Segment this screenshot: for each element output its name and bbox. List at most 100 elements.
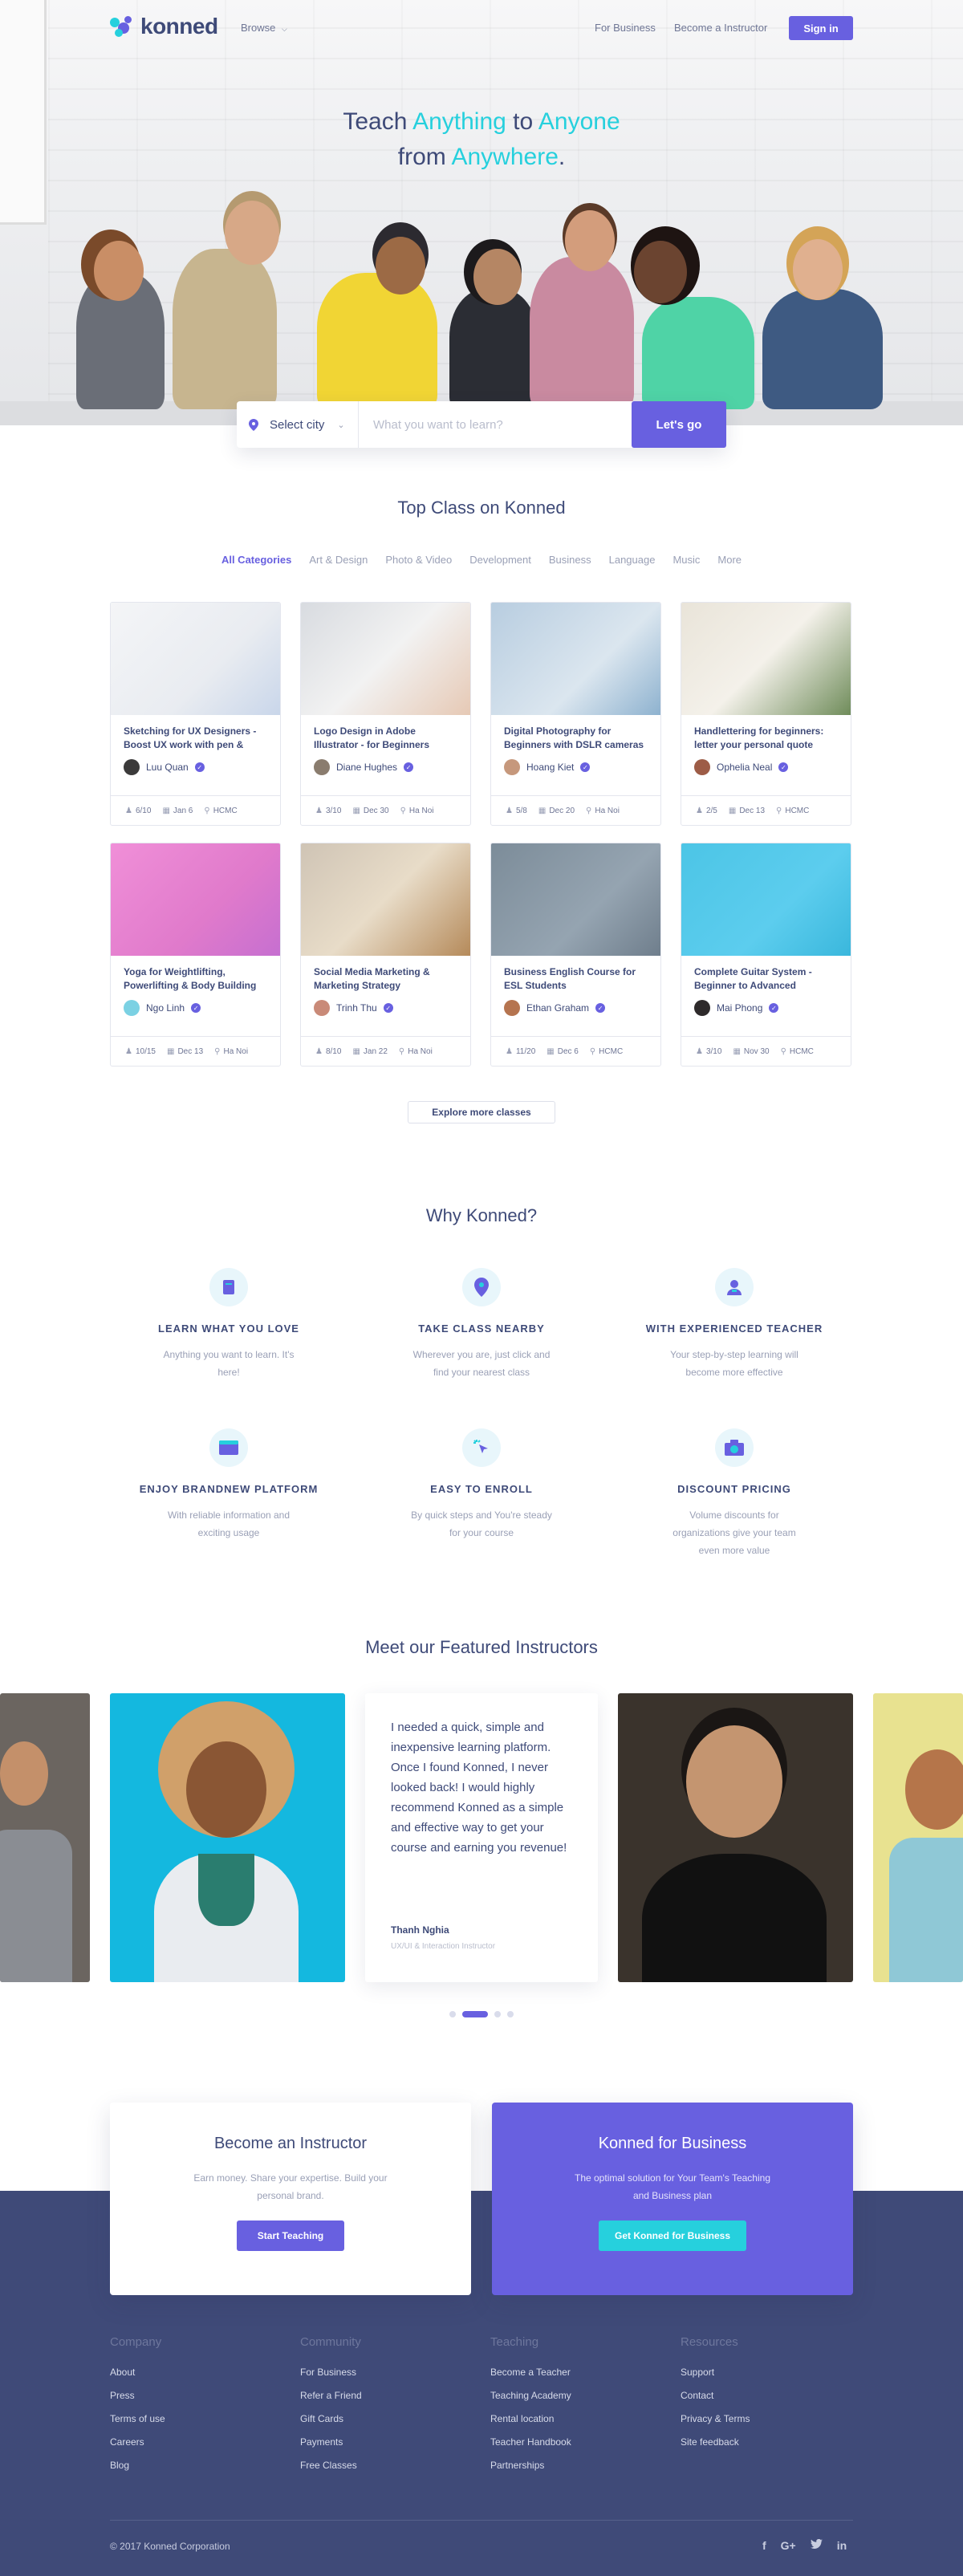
class-card[interactable]: Business English Course for ESL Students… (490, 843, 661, 1067)
people-icon: ♟ (696, 807, 703, 815)
footer-link[interactable]: Become a Teacher (490, 2367, 651, 2378)
class-card[interactable]: Social Media Marketing & Marketing Strat… (300, 843, 471, 1067)
instructor-photo-partial-right[interactable] (873, 1693, 963, 1982)
class-card[interactable]: Sketching for UX Designers - Boost UX wo… (110, 602, 281, 826)
search-input[interactable] (359, 401, 624, 448)
tab-business[interactable]: Business (549, 554, 591, 566)
author-name: Trinh Thu (336, 1002, 377, 1014)
carousel-dots (0, 2011, 963, 2017)
footer-link[interactable]: Free Classes (300, 2460, 461, 2471)
tab-art-design[interactable]: Art & Design (309, 554, 368, 566)
tab-development[interactable]: Development (469, 554, 531, 566)
feature-title: ENJOY BRANDNEW PLATFORM (139, 1483, 319, 1495)
location-pin-icon: ⚲ (204, 807, 210, 815)
hero-highlight-anyone: Anyone (538, 108, 620, 135)
footer-link[interactable]: Gift Cards (300, 2413, 461, 2424)
city-select[interactable]: Select city ⌄ (237, 401, 359, 448)
feature-desc: By quick steps and You're steady for you… (411, 1509, 552, 1538)
people-icon: ♟ (696, 1047, 703, 1056)
carousel-dot[interactable] (449, 2011, 456, 2017)
class-author: Ethan Graham ✓ (504, 1000, 606, 1016)
class-thumbnail (111, 603, 280, 715)
author-name: Diane Hughes (336, 762, 398, 773)
footer-link[interactable]: Careers (110, 2436, 270, 2448)
footer-link[interactable]: Contact (681, 2390, 841, 2401)
class-title: Sketching for UX Designers - Boost UX wo… (124, 725, 257, 750)
footer-link[interactable]: Site feedback (681, 2436, 841, 2448)
footer-link[interactable]: For Business (300, 2367, 461, 2378)
footer-link[interactable]: Partnerships (490, 2460, 651, 2471)
nav-for-business[interactable]: For Business (595, 22, 656, 34)
class-seats: 6/10 (135, 807, 152, 815)
logo-text: konned (140, 14, 218, 39)
class-card[interactable]: Logo Design in Adobe Illustrator - for B… (300, 602, 471, 826)
footer-heading: Community (300, 2335, 361, 2349)
chevron-down-icon: ⌵ (281, 25, 287, 33)
footer-link[interactable]: Rental location (490, 2413, 651, 2424)
feature-desc: Wherever you are, just click and find yo… (412, 1349, 551, 1378)
instructor-photo[interactable] (110, 1693, 345, 1982)
google-plus-icon[interactable]: G+ (781, 2539, 796, 2552)
facebook-icon[interactable]: f (762, 2539, 766, 2552)
class-thumbnail (681, 843, 851, 956)
footer-link[interactable]: Teaching Academy (490, 2390, 651, 2401)
carousel-dot-active[interactable] (462, 2011, 488, 2017)
class-card[interactable]: Complete Guitar System - Beginner to Adv… (681, 843, 851, 1067)
class-meta: ♟ 8/10 ▦ Jan 22 ⚲ Ha Noi (301, 1036, 470, 1066)
browse-dropdown[interactable]: Browse ⌵ (241, 22, 287, 34)
linkedin-icon[interactable]: in (837, 2539, 847, 2552)
tab-music[interactable]: Music (672, 554, 700, 566)
class-author: Hoang Kiet ✓ (504, 759, 591, 775)
explore-more-button[interactable]: Explore more classes (408, 1101, 555, 1123)
top-nav: konned Browse ⌵ For Business Become a In… (0, 0, 963, 56)
class-city: Ha Noi (595, 807, 620, 815)
start-teaching-button[interactable]: Start Teaching (237, 2220, 344, 2251)
get-konned-business-button[interactable]: Get Konned for Business (599, 2220, 746, 2251)
footer-link[interactable]: Privacy & Terms (681, 2413, 841, 2424)
footer-link[interactable]: Payments (300, 2436, 461, 2448)
sign-in-button[interactable]: Sign in (789, 16, 853, 40)
class-card[interactable]: Digital Photography for Beginners with D… (490, 602, 661, 826)
class-seats: 11/20 (515, 1047, 536, 1056)
class-date: Jan 6 (173, 807, 193, 815)
location-pin-icon: ⚲ (586, 807, 592, 815)
class-city: HCMC (599, 1047, 624, 1056)
footer-heading: Company (110, 2335, 162, 2349)
footer-link[interactable]: About (110, 2367, 270, 2378)
carousel-dot[interactable] (494, 2011, 501, 2017)
tab-all-categories[interactable]: All Categories (221, 554, 291, 566)
people-icon: ♟ (315, 1047, 323, 1056)
class-meta: ♟ 3/10 ▦ Nov 30 ⚲ HCMC (681, 1036, 851, 1066)
tab-language[interactable]: Language (609, 554, 656, 566)
class-card[interactable]: Handlettering for beginners: letter your… (681, 602, 851, 826)
lets-go-button[interactable]: Let's go (632, 401, 726, 448)
avatar (504, 1000, 520, 1016)
tab-more[interactable]: More (717, 554, 742, 566)
tab-photo-video[interactable]: Photo & Video (385, 554, 452, 566)
class-card[interactable]: Yoga for Weightlifting, Powerlifting & B… (110, 843, 281, 1067)
footer-link[interactable]: Teacher Handbook (490, 2436, 651, 2448)
class-thumbnail (111, 843, 280, 956)
footer-link[interactable]: Blog (110, 2460, 270, 2471)
footer-link[interactable]: Terms of use (110, 2413, 270, 2424)
class-city: Ha Noi (408, 807, 434, 815)
class-thumbnail (301, 843, 470, 956)
browser-window-icon (209, 1428, 248, 1467)
footer-link[interactable]: Support (681, 2367, 841, 2378)
camera-icon (715, 1428, 754, 1467)
class-meta: ♟ 5/8 ▦ Dec 20 ⚲ Ha Noi (491, 795, 660, 825)
feature-title: EASY TO ENROLL (430, 1483, 533, 1495)
author-name: Ophelia Neal (717, 762, 773, 773)
nav-become-instructor[interactable]: Become a Instructor (674, 22, 767, 34)
logo[interactable]: konned (110, 14, 218, 39)
avatar (124, 1000, 140, 1016)
twitter-icon[interactable] (810, 2538, 823, 2552)
location-pin-icon (249, 419, 260, 431)
footer-link[interactable]: Refer a Friend (300, 2390, 461, 2401)
instructor-photo-partial-left[interactable] (0, 1693, 90, 1982)
verified-icon: ✓ (404, 762, 414, 772)
instructor-photo[interactable] (618, 1693, 853, 1982)
class-seats: 3/10 (325, 807, 342, 815)
carousel-dot[interactable] (507, 2011, 514, 2017)
footer-link[interactable]: Press (110, 2390, 270, 2401)
